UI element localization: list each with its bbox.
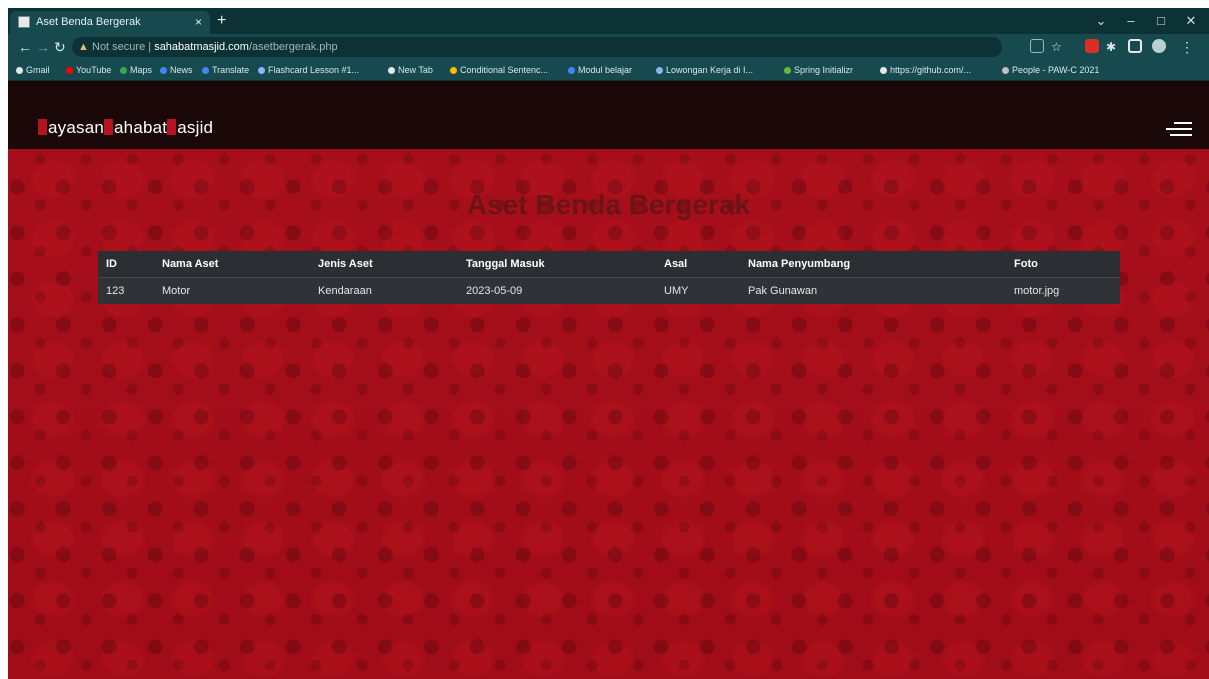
column-header-nama-penyumbang: Nama Penyumbang [740,251,1006,278]
column-header-asal: Asal [656,251,740,278]
share-icon[interactable] [1030,39,1044,53]
column-header-foto: Foto [1006,251,1120,278]
bookmark-item[interactable]: https://github.com/... [880,60,971,80]
cell-nama-penyumbang: Pak Gunawan [748,285,818,297]
lock-warning-icon: ▲ [78,41,89,53]
site-brand[interactable]: ayasan ahabat asjid [38,118,213,138]
back-icon[interactable]: ← [18,34,32,60]
browser-window: Aset Benda Bergerak × + ⌄ – □ ✕ ← → ↻ ▲ … [8,8,1209,679]
table-header-row: ID Nama Aset Jenis Aset Tanggal Masuk As… [98,251,1120,278]
column-header-jenis-aset: Jenis Aset [310,251,458,278]
brand-initial-mark [167,119,177,135]
cell-jenis-aset: Kendaraan [318,285,372,297]
bookmark-item[interactable]: Lowongan Kerja di I... [656,60,753,80]
security-status: Not secure [92,41,146,53]
sidebar-icon[interactable] [1128,39,1142,53]
bookmark-item[interactable]: News [160,60,193,80]
bookmarks-bar: Gmail YouTube Maps News Translate Flashc… [8,60,1209,81]
url-path: /asetbergerak.php [248,41,338,53]
page-content: ayasan ahabat asjid Aset Benda Bergerak ID… [8,81,1209,679]
damask-background [8,81,1209,679]
bookmark-item[interactable]: Conditional Sentenc... [450,60,548,80]
new-tab-button[interactable]: + [217,10,226,32]
tab-active[interactable]: Aset Benda Bergerak × [10,11,210,34]
profile-icon[interactable] [1152,39,1166,53]
column-header-tanggal-masuk: Tanggal Masuk [458,251,656,278]
reload-icon[interactable]: ↻ [54,34,66,60]
table-row: 123 Motor Kendaraan 2023-05-09 UMY Pak G… [98,277,1120,304]
site-navbar: ayasan ahabat asjid [8,81,1209,149]
bookmark-item[interactable]: Translate [202,60,249,80]
bookmark-item[interactable]: YouTube [66,60,111,80]
extension-icon[interactable] [1085,39,1099,53]
bookmark-item[interactable]: New Tab [388,60,433,80]
bookmark-item[interactable]: People - PAW-C 2021 [1002,60,1099,80]
bookmark-item[interactable]: Maps [120,60,152,80]
bookmark-item[interactable]: Spring Initializr [784,60,853,80]
tab-title: Aset Benda Bergerak [36,16,141,28]
maximize-button[interactable]: □ [1146,8,1176,34]
star-icon[interactable]: ☆ [1051,34,1062,60]
cell-asal: UMY [664,285,689,297]
close-window-button[interactable]: ✕ [1176,8,1206,34]
minimize-button[interactable]: – [1116,8,1146,34]
assets-table: ID Nama Aset Jenis Aset Tanggal Masuk As… [98,251,1120,304]
address-bar[interactable]: ▲ Not secure | sahabatmasjid.com/asetber… [72,37,1002,57]
brand-initial-mark [38,119,47,135]
column-header-nama-aset: Nama Aset [154,251,310,278]
bookmark-item[interactable]: Flashcard Lesson #1... [258,60,359,80]
tab-close-icon[interactable]: × [195,11,202,34]
tab-search-icon[interactable]: ⌄ [1086,8,1116,34]
cell-nama-aset: Motor [162,285,191,297]
cell-id: 123 [106,285,125,297]
url-host: sahabatmasjid.com [154,41,249,53]
cell-foto: motor.jpg [1014,285,1060,297]
cell-tanggal-masuk: 2023-05-09 [466,285,523,297]
puzzle-icon[interactable]: ✱ [1106,34,1116,60]
menu-dots-icon[interactable]: ⋮ [1180,34,1194,60]
page-favicon-icon [18,16,30,28]
browser-toolbar: ← → ↻ ▲ Not secure | sahabatmasjid.com/a… [8,34,1209,60]
forward-icon[interactable]: → [36,34,50,60]
bookmark-item[interactable]: Gmail [16,60,50,80]
hamburger-icon[interactable] [1166,122,1192,136]
column-header-id: ID [98,251,154,278]
tab-strip: Aset Benda Bergerak × + ⌄ – □ ✕ [8,8,1209,34]
bookmark-item[interactable]: Modul belajar [568,60,632,80]
page-title: Aset Benda Bergerak [466,189,751,220]
brand-initial-mark [104,119,114,135]
